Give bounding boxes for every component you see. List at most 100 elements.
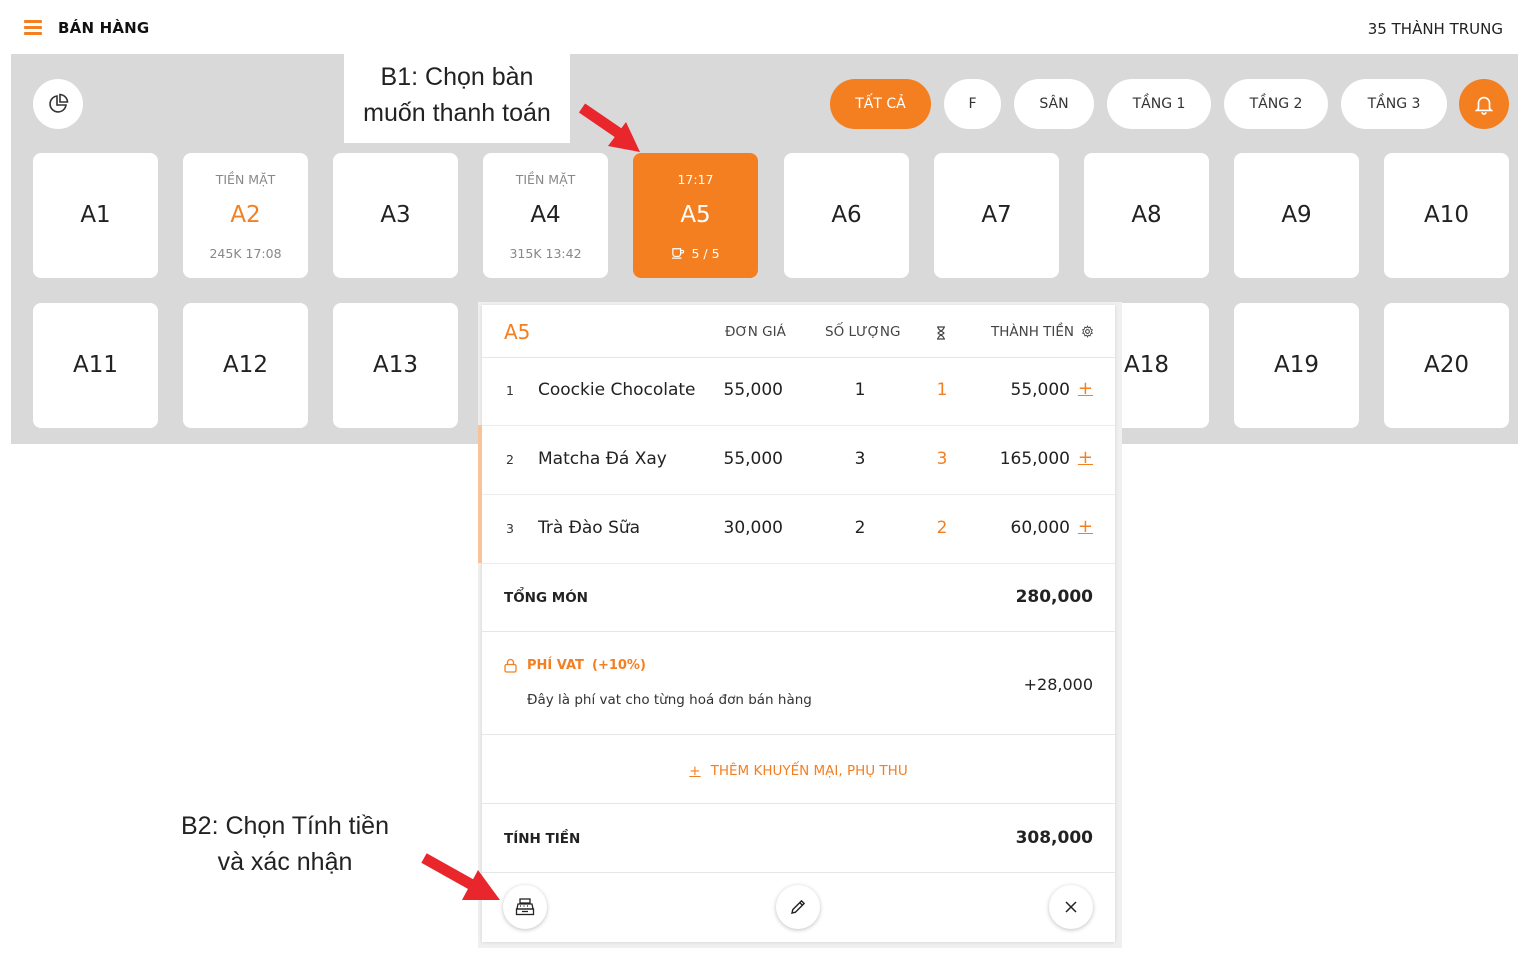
vat-row[interactable]: PHÍ VAT (+10%) Đây là phí vat cho từng h… bbox=[482, 632, 1115, 735]
payment-method: TIỀN MẶT bbox=[515, 172, 576, 187]
table-name: A8 bbox=[1131, 202, 1162, 228]
user-name[interactable]: 35 THÀNH TRUNG bbox=[1368, 20, 1503, 38]
hourglass-icon bbox=[937, 326, 945, 340]
table-a2[interactable]: TIỀN MẶT A2 245K 17:08 bbox=[183, 153, 308, 278]
item-qty: 2 bbox=[854, 518, 866, 538]
table-name: A3 bbox=[380, 202, 411, 228]
pie-chart-icon bbox=[49, 93, 69, 113]
table-a10[interactable]: A10 bbox=[1384, 153, 1509, 278]
add-promotion-label: + THÊM KHUYẾN MẠI, PHỤ THU bbox=[482, 763, 1115, 779]
table-time: 17:17 bbox=[677, 172, 714, 187]
table-name: A4 bbox=[530, 202, 561, 228]
close-order-button[interactable] bbox=[1049, 885, 1093, 929]
table-a6[interactable]: A6 bbox=[784, 153, 909, 278]
order-header: A5 ĐƠN GIÁ SỐ LƯỢNG THÀNH TIỀN bbox=[482, 305, 1115, 358]
item-qty: 1 bbox=[854, 380, 866, 400]
table-name: A11 bbox=[72, 352, 118, 378]
vat-name: PHÍ VAT bbox=[527, 658, 584, 673]
payment-total-value: 308,000 bbox=[1015, 828, 1093, 848]
table-name: A10 bbox=[1423, 202, 1469, 228]
item-qty: 3 bbox=[854, 449, 866, 469]
notification-button[interactable] bbox=[1459, 79, 1509, 129]
table-a9[interactable]: A9 bbox=[1234, 153, 1359, 278]
filter-san[interactable]: SÂN bbox=[1014, 79, 1094, 129]
step1-line1: B1: Chọn bàn bbox=[380, 63, 534, 91]
item-name: Matcha Đá Xay bbox=[538, 449, 667, 469]
payment-method: TIỀN MẶT bbox=[215, 172, 276, 187]
edit-order-button[interactable] bbox=[776, 885, 820, 929]
table-summary: 315K 13:42 bbox=[509, 246, 582, 261]
filter-f[interactable]: F bbox=[944, 79, 1001, 129]
pencil-icon bbox=[791, 899, 806, 914]
items-total-value: 280,000 bbox=[1015, 587, 1093, 607]
table-a13[interactable]: A13 bbox=[333, 303, 458, 428]
table-a19[interactable]: A19 bbox=[1234, 303, 1359, 428]
col-price: ĐƠN GIÁ bbox=[725, 324, 786, 340]
table-a12[interactable]: A12 bbox=[183, 303, 308, 428]
item-pending: 2 bbox=[936, 518, 948, 538]
order-actions bbox=[482, 872, 1115, 942]
filter-floor-1[interactable]: TẦNG 1 bbox=[1107, 79, 1211, 129]
item-pending: 3 bbox=[936, 449, 948, 469]
order-item-row[interactable]: 3 Trà Đào Sữa 30,000 2 2 60,000 + bbox=[482, 495, 1115, 564]
page-title: BÁN HÀNG bbox=[58, 19, 150, 37]
item-pending: 1 bbox=[936, 380, 948, 400]
table-name: A12 bbox=[222, 352, 268, 378]
order-item-row[interactable]: 1 Coockie Chocolate 55,000 1 1 55,000 + bbox=[482, 357, 1115, 426]
report-button[interactable] bbox=[33, 79, 83, 129]
vat-description: Đây là phí vat cho từng hoá đơn bán hàng bbox=[527, 692, 812, 708]
table-a1[interactable]: A1 bbox=[33, 153, 158, 278]
table-a4[interactable]: TIỀN MẶT A4 315K 13:42 bbox=[483, 153, 608, 278]
filter-floor-2[interactable]: TẦNG 2 bbox=[1224, 79, 1328, 129]
item-price: 30,000 bbox=[723, 518, 783, 538]
cup-icon bbox=[672, 248, 685, 259]
table-a11[interactable]: A11 bbox=[33, 303, 158, 428]
step1-note: B1: Chọn bàn muốn thanh toán bbox=[344, 53, 570, 143]
step1-line2: muốn thanh toán bbox=[363, 99, 551, 127]
plus-icon[interactable]: + bbox=[1078, 378, 1093, 399]
table-a20[interactable]: A20 bbox=[1384, 303, 1509, 428]
table-a8[interactable]: A8 bbox=[1084, 153, 1209, 278]
table-name: A1 bbox=[80, 202, 111, 228]
table-progress: 5 / 5 bbox=[633, 246, 758, 261]
vat-rate: (+10%) bbox=[592, 658, 646, 673]
item-amount: 60,000 bbox=[1010, 518, 1070, 538]
table-a3[interactable]: A3 bbox=[333, 153, 458, 278]
filter-floor-3[interactable]: TẦNG 3 bbox=[1341, 79, 1447, 129]
plus-icon: + bbox=[689, 763, 701, 779]
gear-icon[interactable] bbox=[1081, 325, 1094, 338]
items-total-label: TỔNG MÓN bbox=[504, 590, 588, 606]
items-total-row: TỔNG MÓN 280,000 bbox=[482, 563, 1115, 632]
add-promotion-button[interactable]: + THÊM KHUYẾN MẠI, PHỤ THU bbox=[482, 735, 1115, 804]
plus-icon[interactable]: + bbox=[1078, 516, 1093, 537]
served-count: 5 / 5 bbox=[691, 246, 720, 261]
cash-register-icon bbox=[515, 898, 535, 916]
table-name: A7 bbox=[981, 202, 1012, 228]
table-name: A19 bbox=[1273, 352, 1319, 378]
filter-all[interactable]: TẤT CẢ bbox=[830, 79, 931, 129]
payment-total-label: TÍNH TIỀN bbox=[504, 831, 581, 847]
table-a5[interactable]: 17:17 A5 5 / 5 bbox=[633, 153, 758, 278]
table-a7[interactable]: A7 bbox=[934, 153, 1059, 278]
arrow-icon bbox=[578, 103, 640, 152]
item-price: 55,000 bbox=[723, 380, 783, 400]
order-table-name: A5 bbox=[504, 320, 531, 344]
item-name: Trà Đào Sữa bbox=[538, 518, 641, 538]
plus-icon[interactable]: + bbox=[1078, 447, 1093, 468]
promo-text: THÊM KHUYẾN MẠI, PHỤ THU bbox=[710, 763, 908, 779]
step2-note: B2: Chọn Tính tiền và xác nhận bbox=[170, 808, 400, 880]
order-item-row[interactable]: 2 Matcha Đá Xay 55,000 3 3 165,000 + bbox=[482, 426, 1115, 495]
payment-total-row: TÍNH TIỀN 308,000 bbox=[482, 804, 1115, 872]
item-index: 2 bbox=[506, 452, 514, 467]
item-amount: 165,000 bbox=[999, 449, 1070, 469]
arrow-icon bbox=[421, 853, 500, 900]
col-qty: SỐ LƯỢNG bbox=[825, 324, 901, 340]
menu-icon[interactable] bbox=[24, 20, 42, 35]
table-name: A13 bbox=[372, 352, 418, 378]
table-name: A6 bbox=[831, 202, 862, 228]
checkout-button[interactable] bbox=[503, 885, 547, 929]
step2-line2: và xác nhận bbox=[217, 848, 353, 876]
order-panel: A5 ĐƠN GIÁ SỐ LƯỢNG THÀNH TIỀN 1 Coockie… bbox=[478, 305, 1115, 942]
lock-icon bbox=[504, 658, 517, 673]
table-name: A2 bbox=[230, 202, 261, 228]
